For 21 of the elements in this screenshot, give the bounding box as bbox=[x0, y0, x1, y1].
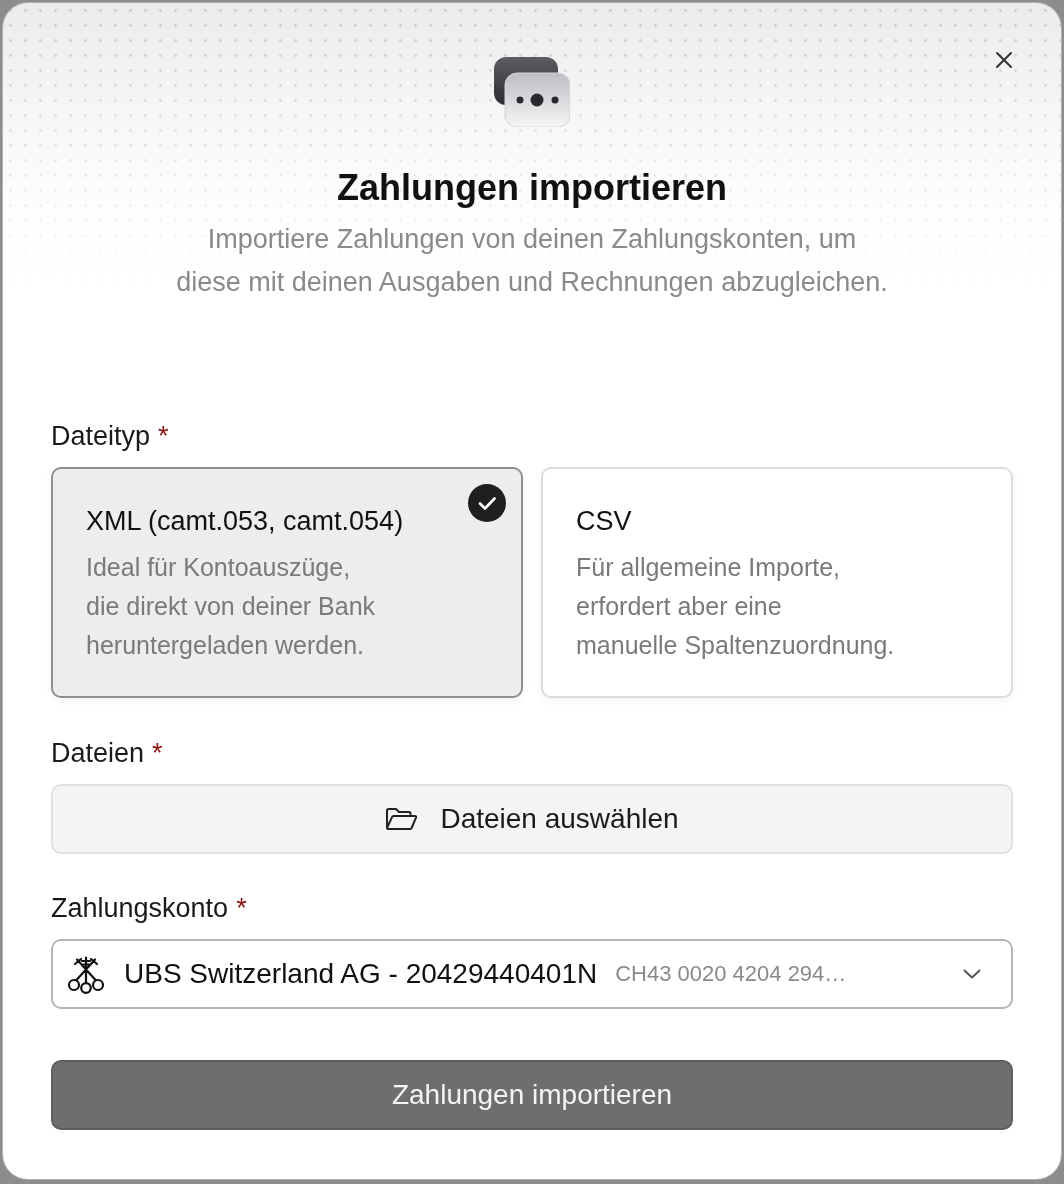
option-description: Ideal für Kontoauszüge, die direkt von deiner Bank heruntergeladen werden. bbox=[86, 551, 377, 661]
check-circle-icon bbox=[468, 484, 506, 522]
stacked-cards-icon bbox=[494, 57, 570, 127]
account-select[interactable]: UBS Switzerland AG - 20429440401N CH43 0020 4204 294… bbox=[51, 939, 1013, 1009]
field-label: Zahlungskonto * bbox=[51, 892, 247, 925]
close-icon bbox=[995, 51, 1013, 69]
field-label: Dateityp * bbox=[51, 420, 169, 453]
account-name: UBS Switzerland AG - 20429440401N bbox=[124, 958, 598, 990]
dialog-subtitle: Importiere Zahlungen von deinen Zahlungskonten, um diese mit deinen Ausgaben und Rechnungen abzugleichen. bbox=[175, 222, 889, 299]
dialog-title: Zahlungen importieren bbox=[337, 167, 727, 209]
account-iban: CH43 0020 4204 294… bbox=[615, 961, 847, 987]
file-select-button[interactable]: Dateien auswählen bbox=[51, 784, 1013, 854]
option-title: XML (camt.053, camt.054) bbox=[86, 505, 405, 538]
file-type-option[interactable]: XML (camt.053, camt.054) Ideal für Kontoauszüge, die direkt von deiner Bank heruntergeladen werden. bbox=[51, 467, 523, 698]
option-description: Für allgemeine Importe, erfordert aber eine manuelle Spaltenzuordnung. bbox=[576, 551, 896, 661]
file-type-option[interactable]: CSV Für allgemeine Importe, erfordert aber eine manuelle Spaltenzuordnung. bbox=[541, 467, 1013, 698]
field-label: Dateien * bbox=[51, 737, 163, 770]
chevron-down-icon bbox=[963, 969, 981, 979]
crossed-keys-icon bbox=[67, 954, 105, 994]
open-folder-icon bbox=[385, 807, 419, 831]
option-title: CSV bbox=[576, 505, 633, 538]
